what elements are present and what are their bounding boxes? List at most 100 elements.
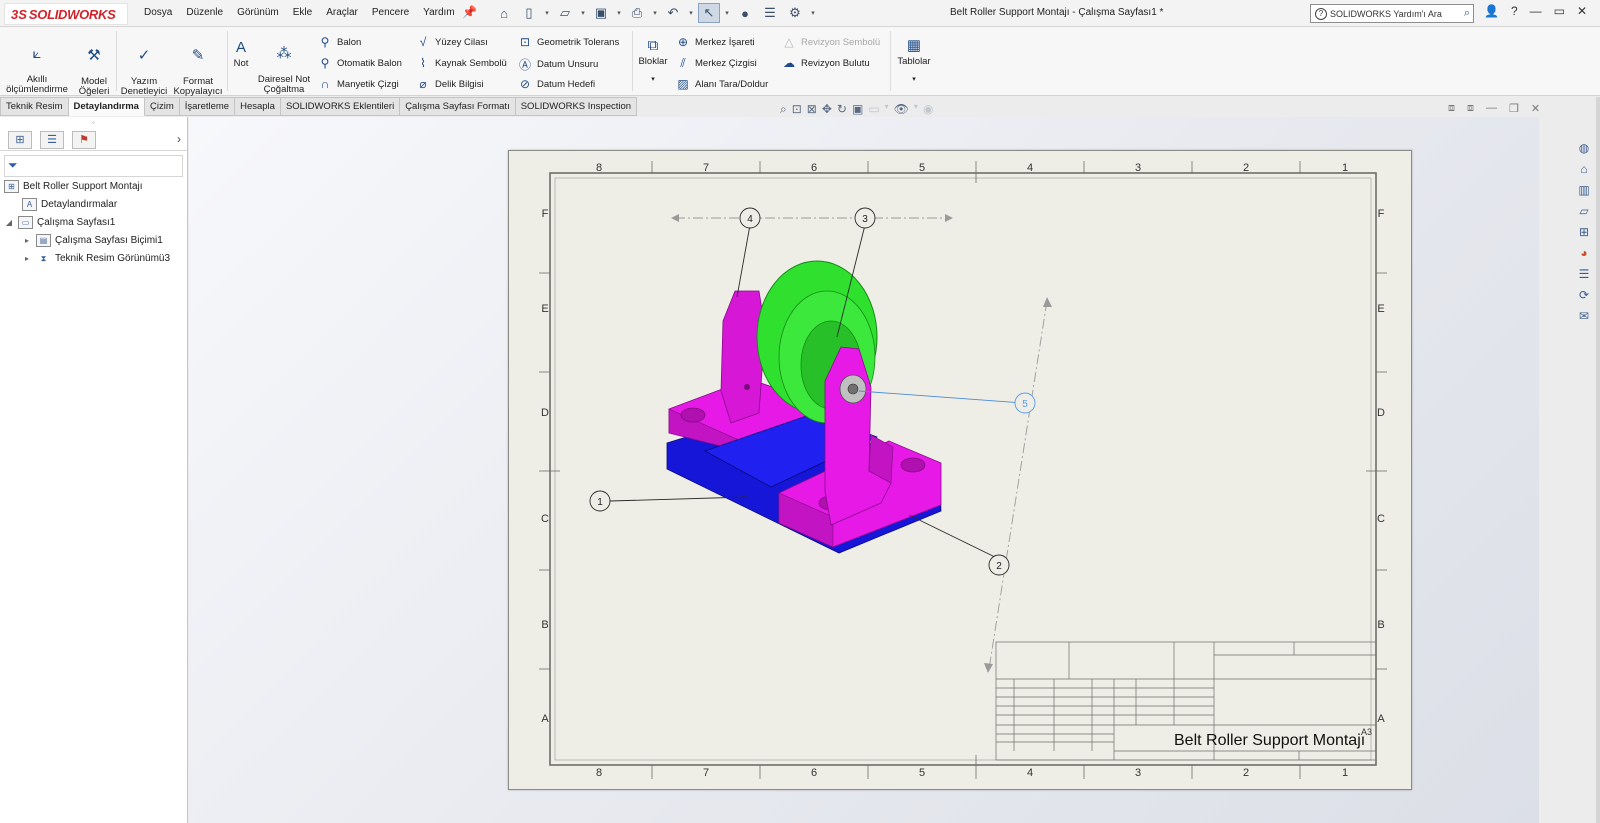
select-dropdown-icon[interactable]: ▾ — [723, 3, 731, 23]
menu-help[interactable]: Yardım — [423, 7, 455, 18]
view-minimize-icon[interactable]: — — [1486, 102, 1497, 115]
note-button[interactable]: A Not — [230, 39, 252, 69]
drawing-sheet[interactable]: 8 7 6 5 4 3 2 1 8 7 6 5 4 3 2 1 F E D C … — [508, 150, 1412, 790]
revision-symbol-button[interactable]: △ Revizyon Sembolü — [782, 35, 880, 49]
view-palette-icon[interactable]: ⊞ — [1574, 224, 1594, 241]
balloon-1[interactable]: 1 — [589, 490, 611, 512]
tab-drawing[interactable]: Teknik Resim — [0, 97, 69, 116]
help-icon[interactable]: ? — [1511, 4, 1518, 18]
format-painter-button[interactable]: ✎ Format Kopyalayıcı — [172, 37, 224, 97]
tab-sketch[interactable]: Çizim — [144, 97, 180, 116]
save-dropdown-icon[interactable]: ▾ — [615, 3, 623, 23]
tree-filter-icon[interactable]: ⏷ — [4, 155, 183, 177]
tables-button[interactable]: ▦ Tablolar ▾ — [894, 37, 934, 85]
undo-dropdown-icon[interactable]: ▾ — [687, 3, 695, 23]
menu-tools[interactable]: Araçlar — [326, 7, 358, 18]
centerline-button[interactable]: ⫽ Merkez Çizgisi — [676, 56, 756, 71]
revision-cloud-button[interactable]: ☁ Revizyon Bulutu — [782, 56, 870, 70]
pan-icon[interactable]: ✥ — [822, 102, 832, 117]
new-dropdown-icon[interactable]: ▾ — [543, 3, 551, 23]
expand-arrow-icon[interactable]: ▸ — [22, 236, 32, 245]
tab-evaluate[interactable]: Hesapla — [235, 97, 281, 116]
view-restore-icon[interactable]: ❐ — [1509, 102, 1519, 115]
split-left-icon[interactable]: ⧈ — [1448, 102, 1455, 115]
blocks-button[interactable]: ⧉ Bloklar ▾ — [636, 37, 670, 85]
save-icon[interactable]: ▣ — [590, 3, 612, 23]
appearance-icon[interactable]: ◉ — [923, 102, 933, 117]
display-style-dropdown-icon[interactable]: ▾ — [885, 102, 889, 117]
menu-edit[interactable]: Düzenle — [186, 7, 223, 18]
open-folder-icon[interactable]: ▱ — [554, 3, 576, 23]
datum-target-button[interactable]: ⊘ Datum Hedefi — [518, 77, 595, 91]
tree-item-sheet-format[interactable]: ▸ ▤ Çalışma Sayfası Biçimi1 — [22, 234, 163, 247]
zoom-to-area-icon[interactable]: ⊡ — [792, 102, 802, 117]
solidworks-resources-icon[interactable]: ◍ — [1574, 140, 1594, 157]
tree-item-sheet[interactable]: ◢ ▭ Çalışma Sayfası1 — [4, 216, 115, 229]
solidworks-logo[interactable]: 3S SOLIDWORKS — [4, 3, 128, 25]
view-settings-icon[interactable]: ▣ — [852, 102, 863, 117]
home-pane-icon[interactable]: ⌂ — [1574, 161, 1594, 178]
print-dropdown-icon[interactable]: ▾ — [651, 3, 659, 23]
undo-icon[interactable]: ↶ — [662, 3, 684, 23]
new-document-icon[interactable]: ▯ — [518, 3, 540, 23]
expand-panel-chevron-icon[interactable]: › — [177, 132, 181, 146]
tree-item-annotations[interactable]: A Detaylandırmalar — [22, 198, 117, 211]
tab-markup[interactable]: İşaretleme — [179, 97, 236, 116]
spell-checker-button[interactable]: ✓ Yazım Denetleyici — [118, 37, 170, 97]
menu-file[interactable]: Dosya — [144, 7, 172, 18]
file-explorer-icon[interactable]: ▱ — [1574, 203, 1594, 220]
rotate-icon[interactable]: ↻ — [837, 102, 847, 117]
balloon-4[interactable]: 4 — [739, 207, 761, 229]
balloon-3[interactable]: 3 — [854, 207, 876, 229]
area-hatch-button[interactable]: ▨ Alanı Tara/Doldur — [676, 77, 768, 91]
tables-dropdown-icon[interactable]: ▾ — [894, 75, 934, 85]
tab-sheet-format[interactable]: Çalışma Sayfası Formatı — [400, 97, 516, 116]
traffic-light-icon[interactable]: ● — [734, 3, 756, 23]
select-cursor-icon[interactable]: ↖ — [698, 3, 720, 23]
blocks-dropdown-icon[interactable]: ▾ — [636, 75, 670, 85]
datum-feature-button[interactable]: Ⓐ Datum Unsuru — [518, 56, 598, 73]
custom-properties-icon[interactable]: ☰ — [1574, 266, 1594, 283]
print-icon[interactable]: ⎙ — [626, 3, 648, 23]
display-style-icon[interactable]: ▭ — [868, 102, 879, 117]
forum-icon[interactable]: ⟳ — [1574, 287, 1594, 304]
file-properties-icon[interactable]: ☰ — [759, 3, 781, 23]
view-close-icon[interactable]: ✕ — [1531, 102, 1540, 115]
tab-addins[interactable]: SOLIDWORKS Eklentileri — [280, 97, 401, 116]
geometric-tolerance-button[interactable]: ⊡ Geometrik Tolerans — [518, 35, 619, 49]
appearances-icon[interactable]: ◕ — [1574, 245, 1594, 262]
open-dropdown-icon[interactable]: ▾ — [579, 3, 587, 23]
split-right-icon[interactable]: ⧈ — [1467, 102, 1474, 115]
options-gear-icon[interactable]: ⚙ — [784, 3, 806, 23]
panel-handle[interactable]: ◦ — [0, 117, 187, 129]
menu-view[interactable]: Görünüm — [237, 7, 279, 18]
design-library-icon[interactable]: ▥ — [1574, 182, 1594, 199]
minimize-icon[interactable]: — — [1530, 4, 1542, 18]
user-account-icon[interactable]: 👤 — [1484, 4, 1499, 18]
expand-arrow-icon[interactable]: ▸ — [22, 254, 32, 263]
menu-window[interactable]: Pencere — [372, 7, 409, 18]
center-mark-button[interactable]: ⊕ Merkez İşareti — [676, 35, 755, 49]
restore-icon[interactable]: ▭ — [1554, 4, 1565, 18]
home-icon[interactable]: ⌂ — [493, 3, 515, 23]
config-manager-tab-icon[interactable]: ⚑ — [72, 130, 96, 149]
feature-manager-tab-icon[interactable]: ⊞ — [8, 130, 32, 149]
options-dropdown-icon[interactable]: ▾ — [809, 3, 817, 23]
tree-item-assembly[interactable]: ⊞ Belt Roller Support Montajı — [4, 180, 143, 193]
close-icon[interactable]: ✕ — [1577, 4, 1587, 18]
surface-finish-button[interactable]: √ Yüzey Cilası — [416, 35, 488, 49]
chat-icon[interactable]: ✉ — [1574, 308, 1594, 325]
zoom-to-fit-icon[interactable]: ⌕ — [780, 102, 787, 117]
balloon-2[interactable]: 2 — [988, 554, 1010, 576]
auto-balloon-button[interactable]: ⚲ Otomatik Balon — [318, 56, 402, 70]
balloon-5[interactable]: 5 — [1014, 392, 1036, 414]
property-manager-tab-icon[interactable]: ☰ — [40, 130, 64, 149]
balloon-button[interactable]: ⚲ Balon — [318, 35, 362, 49]
help-search-input[interactable]: ? SOLIDWORKS Yardım'ı Ara ⌕ — [1310, 4, 1474, 23]
hide-show-items-icon[interactable]: 👁 — [894, 102, 909, 117]
tab-annotation[interactable]: Detaylandırma — [68, 97, 145, 116]
tab-inspection[interactable]: SOLIDWORKS Inspection — [515, 97, 638, 116]
pin-menu-icon[interactable]: 📌 — [462, 5, 477, 19]
previous-view-icon[interactable]: ⊠ — [807, 102, 817, 117]
menu-insert[interactable]: Ekle — [293, 7, 312, 18]
